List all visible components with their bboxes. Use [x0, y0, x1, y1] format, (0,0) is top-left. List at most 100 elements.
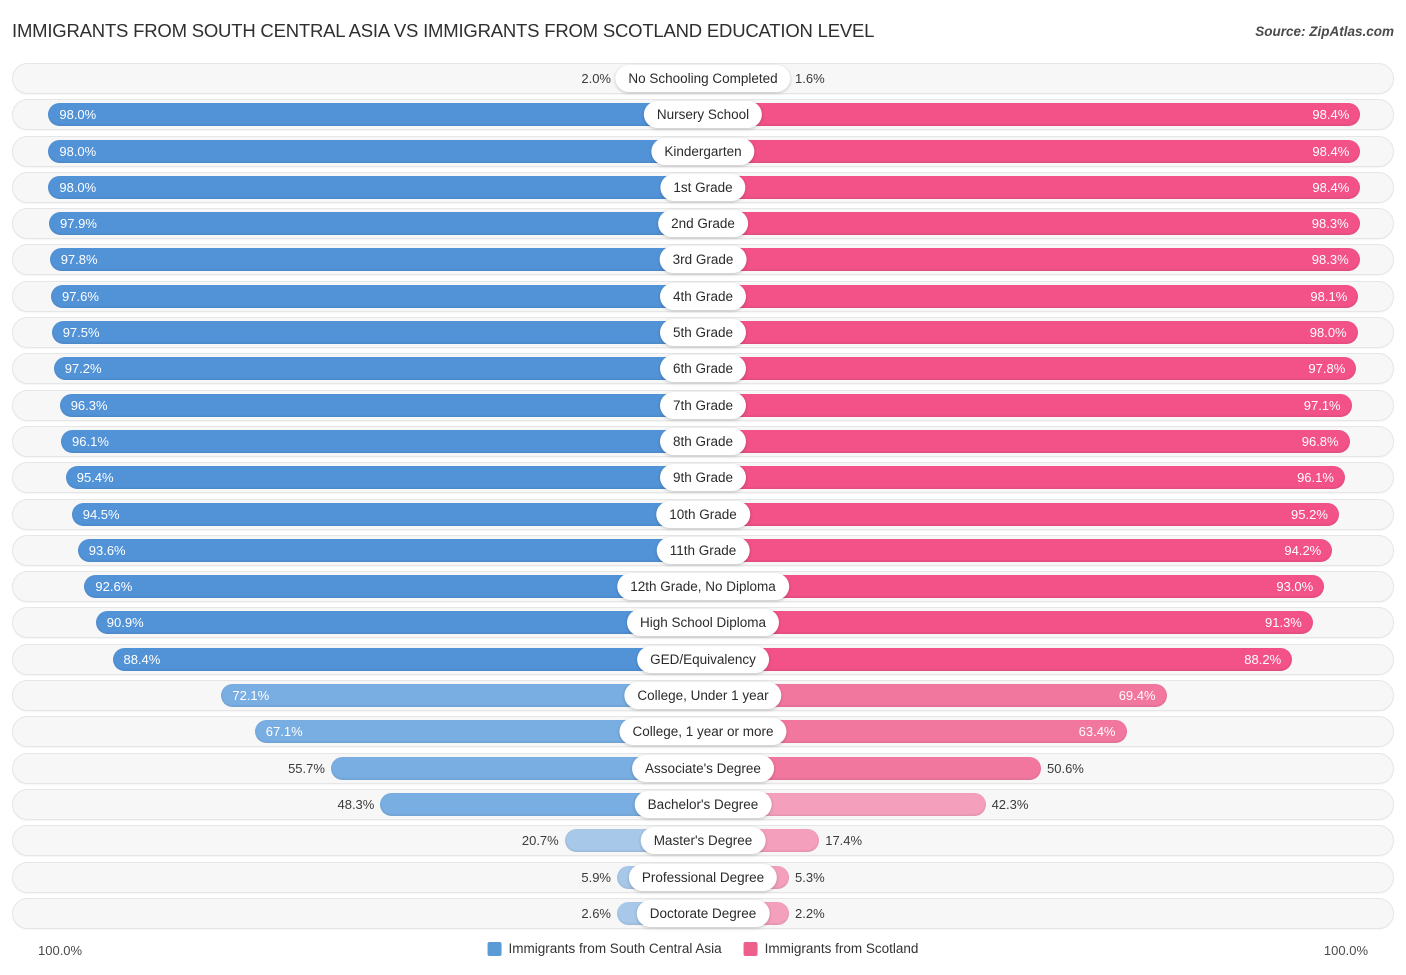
axis-label-right: 100.0% — [1323, 943, 1368, 958]
bar-row: 96.1% 96.8% 8th Grade — [0, 425, 1406, 457]
chart-page: IMMIGRANTS FROM SOUTH CENTRAL ASIA VS IM… — [0, 0, 1406, 975]
bar-left-south-central-asia — [49, 248, 703, 272]
legend-swatch-icon — [487, 941, 502, 956]
category-label: 6th Grade — [659, 355, 747, 383]
category-label: Master's Degree — [640, 827, 766, 855]
value-label-right: 93.0% — [1276, 579, 1314, 595]
bar-right-scotland — [703, 429, 1350, 453]
bar-row: 2.6% 2.2% Doctorate Degree — [0, 897, 1406, 929]
value-label-left: 93.6% — [88, 542, 126, 558]
category-label: 9th Grade — [659, 464, 747, 492]
value-label-left: 5.9% — [581, 869, 611, 885]
bar-row: 97.9% 98.3% 2nd Grade — [0, 208, 1406, 240]
bar-left-south-central-asia — [48, 103, 703, 127]
value-label-right: 63.4% — [1078, 724, 1116, 740]
bar-right-scotland — [703, 321, 1358, 345]
value-label-left: 20.7% — [521, 833, 559, 849]
value-label-right: 17.4% — [825, 833, 863, 849]
value-label-left: 55.7% — [288, 760, 325, 776]
bar-left-south-central-asia — [65, 466, 703, 490]
value-label-right: 97.8% — [1308, 361, 1346, 377]
value-label-left: 92.6% — [95, 579, 133, 595]
value-label-right: 98.4% — [1312, 179, 1350, 195]
value-label-left: 2.6% — [581, 905, 611, 921]
bar-right-scotland — [703, 647, 1293, 671]
category-label: 10th Grade — [656, 500, 750, 528]
bar-row: 97.6% 98.1% 4th Grade — [0, 280, 1406, 312]
value-label-left: 95.4% — [76, 470, 114, 486]
value-label-right: 2.2% — [795, 905, 825, 921]
bar-left-south-central-asia — [77, 538, 703, 562]
value-label-right: 42.3% — [991, 796, 1029, 812]
value-label-right: 1.6% — [795, 71, 825, 86]
bar-left-south-central-asia — [59, 393, 703, 417]
category-label: 5th Grade — [659, 319, 747, 347]
value-label-left: 94.5% — [82, 506, 120, 522]
bar-row: 97.2% 97.8% 6th Grade — [0, 353, 1406, 385]
bar-row: 98.0% 98.4% Kindergarten — [0, 135, 1406, 167]
bar-row: 98.0% 98.4% Nursery School — [0, 99, 1406, 131]
value-label-left: 2.0% — [581, 71, 611, 86]
category-label: Kindergarten — [651, 137, 755, 165]
bar-left-south-central-asia — [51, 284, 703, 308]
bar-left-south-central-asia — [84, 575, 703, 599]
category-label: College, 1 year or more — [619, 718, 787, 746]
bar-row: 5.9% 5.3% Professional Degree — [0, 861, 1406, 893]
category-label: Associate's Degree — [632, 754, 774, 782]
value-label-left: 98.0% — [59, 107, 97, 123]
value-label-left: 97.6% — [62, 288, 99, 304]
bar-left-south-central-asia — [49, 212, 703, 236]
bar-row: 20.7% 17.4% Master's Degree — [0, 825, 1406, 857]
value-label-right: 69.4% — [1118, 688, 1156, 704]
bar-left-south-central-asia — [48, 175, 703, 199]
bar-left-south-central-asia — [71, 502, 703, 526]
value-label-right: 97.1% — [1303, 397, 1341, 413]
bar-row: 92.6% 93.0% 12th Grade, No Diploma — [0, 571, 1406, 603]
legend-label: Immigrants from South Central Asia — [508, 941, 722, 956]
bar-row: 94.5% 95.2% 10th Grade — [0, 498, 1406, 530]
legend-item-south-central-asia[interactable]: Immigrants from South Central Asia — [487, 941, 722, 956]
category-label: 1st Grade — [660, 173, 746, 201]
category-label: GED/Equivalency — [637, 645, 769, 673]
bar-row: 97.5% 98.0% 5th Grade — [0, 317, 1406, 349]
value-label-left: 98.0% — [59, 143, 97, 159]
value-label-left: 96.3% — [70, 397, 108, 413]
value-label-left: 98.0% — [59, 179, 97, 195]
category-label: No Schooling Completed — [615, 65, 791, 92]
bar-right-scotland — [703, 538, 1333, 562]
bar-row: 98.0% 98.4% 1st Grade — [0, 171, 1406, 203]
legend-item-scotland[interactable]: Immigrants from Scotland — [743, 941, 919, 956]
value-label-right: 98.4% — [1312, 107, 1350, 123]
value-label-right: 96.8% — [1301, 433, 1339, 449]
bar-right-scotland — [703, 357, 1357, 381]
value-label-right: 50.6% — [1047, 760, 1084, 776]
bar-row: 95.4% 96.1% 9th Grade — [0, 462, 1406, 494]
bar-row: 67.1% 63.4% College, 1 year or more — [0, 716, 1406, 748]
bar-row: 2.0% 1.6% No Schooling Completed — [0, 63, 1406, 94]
bar-left-south-central-asia — [95, 611, 703, 635]
value-label-right: 98.1% — [1310, 288, 1348, 304]
bar-left-south-central-asia — [112, 647, 703, 671]
category-label: 4th Grade — [659, 282, 747, 310]
bar-right-scotland — [703, 611, 1313, 635]
bar-row: 88.4% 88.2% GED/Equivalency — [0, 643, 1406, 675]
bar-row: 93.6% 94.2% 11th Grade — [0, 534, 1406, 566]
value-label-left: 97.2% — [64, 361, 102, 377]
category-label: 12th Grade, No Diploma — [617, 573, 789, 601]
value-label-right: 88.2% — [1244, 651, 1282, 667]
value-label-right: 95.2% — [1291, 506, 1328, 522]
bar-right-scotland — [703, 575, 1325, 599]
bar-row: 48.3% 42.3% Bachelor's Degree — [0, 788, 1406, 820]
category-label: 8th Grade — [659, 427, 747, 455]
value-label-left: 90.9% — [106, 615, 144, 631]
legend-label: Immigrants from Scotland — [764, 941, 919, 956]
category-label: 7th Grade — [659, 391, 747, 419]
axis-label-left: 100.0% — [38, 943, 83, 958]
value-label-left: 97.5% — [62, 325, 100, 341]
bar-rows-container: 2.0% 1.6% No Schooling Completed 98.0% 98.4%… — [0, 63, 1406, 934]
bar-row: 96.3% 97.1% 7th Grade — [0, 389, 1406, 421]
category-label: 11th Grade — [656, 536, 750, 564]
category-label: 2nd Grade — [658, 210, 748, 238]
value-label-left: 88.4% — [123, 651, 161, 667]
value-label-left: 72.1% — [232, 688, 270, 704]
